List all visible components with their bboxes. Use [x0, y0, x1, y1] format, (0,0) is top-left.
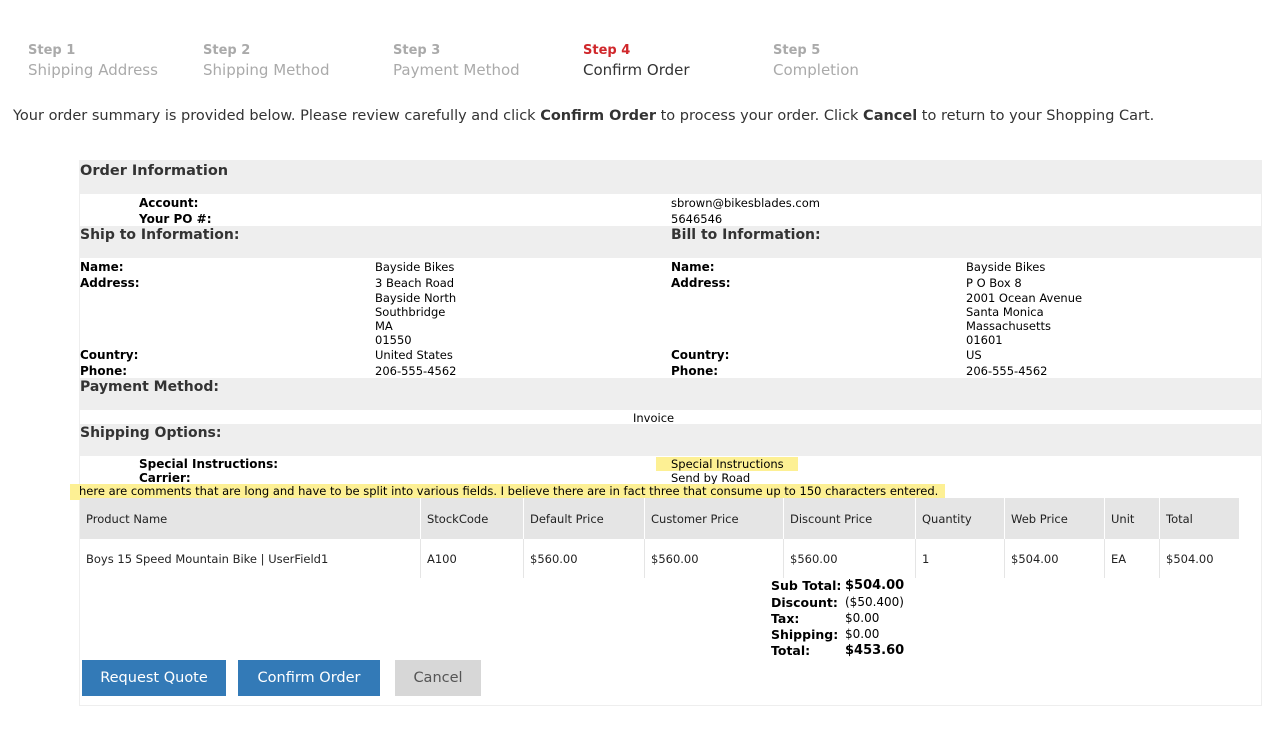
ship-phone-label: Phone:: [80, 364, 128, 378]
shipping-cost-value: $0.00: [845, 627, 880, 641]
account-value: sbrown@bikesblades.com: [671, 196, 820, 210]
subtotal-value: $504.00: [845, 578, 905, 593]
default-price-cell: $560.00: [523, 539, 645, 578]
bill-address-line: P O Box 8: [966, 276, 1022, 290]
quantity-cell: 1: [915, 539, 1005, 578]
step-number: Step 5: [773, 43, 821, 58]
column-header: Customer Price: [644, 498, 784, 539]
step-2: Step 2 Shipping Method: [203, 42, 329, 81]
step-name: Shipping Address: [28, 61, 158, 79]
bill-phone-label: Phone:: [671, 364, 719, 378]
stockcode-cell: A100: [420, 539, 524, 578]
order-info-band: [80, 161, 1262, 194]
discount-value: ($50.400): [845, 595, 904, 609]
ship-phone-value: 206-555-4562: [375, 364, 457, 378]
account-label: Account:: [139, 196, 199, 210]
ship-name-label: Name:: [80, 260, 124, 274]
discount-label: Discount:: [771, 595, 838, 610]
ship-to-heading: Ship to Information:: [80, 227, 240, 243]
step-4: Step 4 Confirm Order: [583, 42, 690, 81]
table-row: Boys 15 Speed Mountain Bike | UserField1…: [80, 539, 1239, 578]
column-header: Default Price: [523, 498, 645, 539]
carrier-value: Send by Road: [671, 471, 751, 485]
request-quote-button[interactable]: Request Quote: [82, 660, 226, 696]
bill-address-label: Address:: [671, 276, 731, 290]
web-price-cell: $504.00: [1004, 539, 1105, 578]
column-header: Unit: [1104, 498, 1160, 539]
discount-price-cell: $560.00: [783, 539, 916, 578]
step-name: Confirm Order: [583, 61, 690, 79]
bill-address-line: 2001 Ocean Avenue: [966, 291, 1083, 305]
column-header: Discount Price: [783, 498, 916, 539]
ship-address-line: Southbridge: [375, 305, 446, 319]
ship-name-value: Bayside Bikes: [375, 260, 455, 274]
column-header: StockCode: [420, 498, 524, 539]
total-cell: $504.00: [1159, 539, 1239, 578]
po-value: 5646546: [671, 212, 723, 226]
ship-country-value: United States: [375, 348, 453, 362]
step-1: Step 1 Shipping Address: [28, 42, 158, 81]
column-header: Product Name: [80, 498, 421, 539]
bill-name-value: Bayside Bikes: [966, 260, 1046, 274]
bill-address-line: Santa Monica: [966, 305, 1044, 319]
step-name: Completion: [773, 61, 859, 79]
tax-label: Tax:: [771, 611, 800, 626]
ship-country-label: Country:: [80, 348, 139, 362]
instructions-text: Your order summary is provided below. Pl…: [13, 108, 1155, 124]
bill-address-line: 01601: [966, 333, 1003, 347]
order-info-heading: Order Information: [80, 163, 229, 179]
table-header-row: Product Name StockCode Default Price Cus…: [80, 498, 1239, 539]
payment-method-value: Invoice: [633, 411, 675, 425]
bill-country-label: Country:: [671, 348, 730, 362]
column-header: Total: [1159, 498, 1239, 539]
shipping-heading: Shipping Options:: [80, 425, 222, 441]
ship-address-line: MA: [375, 319, 393, 333]
po-label: Your PO #:: [139, 212, 212, 226]
bill-phone-value: 206-555-4562: [966, 364, 1048, 378]
cancel-button[interactable]: Cancel: [395, 660, 481, 696]
total-label: Total:: [771, 643, 811, 658]
order-lines-table: Product Name StockCode Default Price Cus…: [80, 498, 1239, 578]
special-instructions-value: Special Instructions: [656, 457, 798, 471]
payment-band: [80, 378, 1262, 410]
ship-address-line: Bayside North: [375, 291, 457, 305]
tax-value: $0.00: [845, 611, 880, 625]
step-name: Shipping Method: [203, 61, 330, 79]
bill-name-label: Name:: [671, 260, 715, 274]
step-name: Payment Method: [393, 61, 520, 79]
ship-address-line: 3 Beach Road: [375, 276, 455, 290]
shipping-cost-label: Shipping:: [771, 627, 839, 642]
special-instructions-label: Special Instructions:: [139, 457, 279, 471]
step-number: Step 2: [203, 43, 251, 58]
shipping-band: [80, 424, 1262, 456]
total-value: $453.60: [845, 643, 905, 658]
carrier-label: Carrier:: [139, 471, 191, 485]
bill-to-heading: Bill to Information:: [671, 227, 821, 243]
step-5: Step 5 Completion: [773, 42, 859, 81]
product-name-cell: Boys 15 Speed Mountain Bike | UserField1: [86, 551, 329, 566]
customer-price-cell: $560.00: [644, 539, 784, 578]
payment-heading: Payment Method:: [80, 379, 219, 395]
step-number: Step 1: [28, 43, 76, 58]
step-number: Step 4: [583, 43, 631, 58]
ship-address-label: Address:: [80, 276, 140, 290]
step-3: Step 3 Payment Method: [393, 42, 520, 81]
column-header: Web Price: [1004, 498, 1105, 539]
ship-address-line: 01550: [375, 333, 412, 347]
bill-country-value: US: [966, 348, 982, 362]
bill-address-line: Massachusetts: [966, 319, 1051, 333]
column-header: Quantity: [915, 498, 1005, 539]
step-number: Step 3: [393, 43, 441, 58]
subtotal-label: Sub Total:: [771, 578, 842, 593]
unit-cell: EA: [1104, 539, 1160, 578]
confirm-order-button[interactable]: Confirm Order: [238, 660, 380, 696]
